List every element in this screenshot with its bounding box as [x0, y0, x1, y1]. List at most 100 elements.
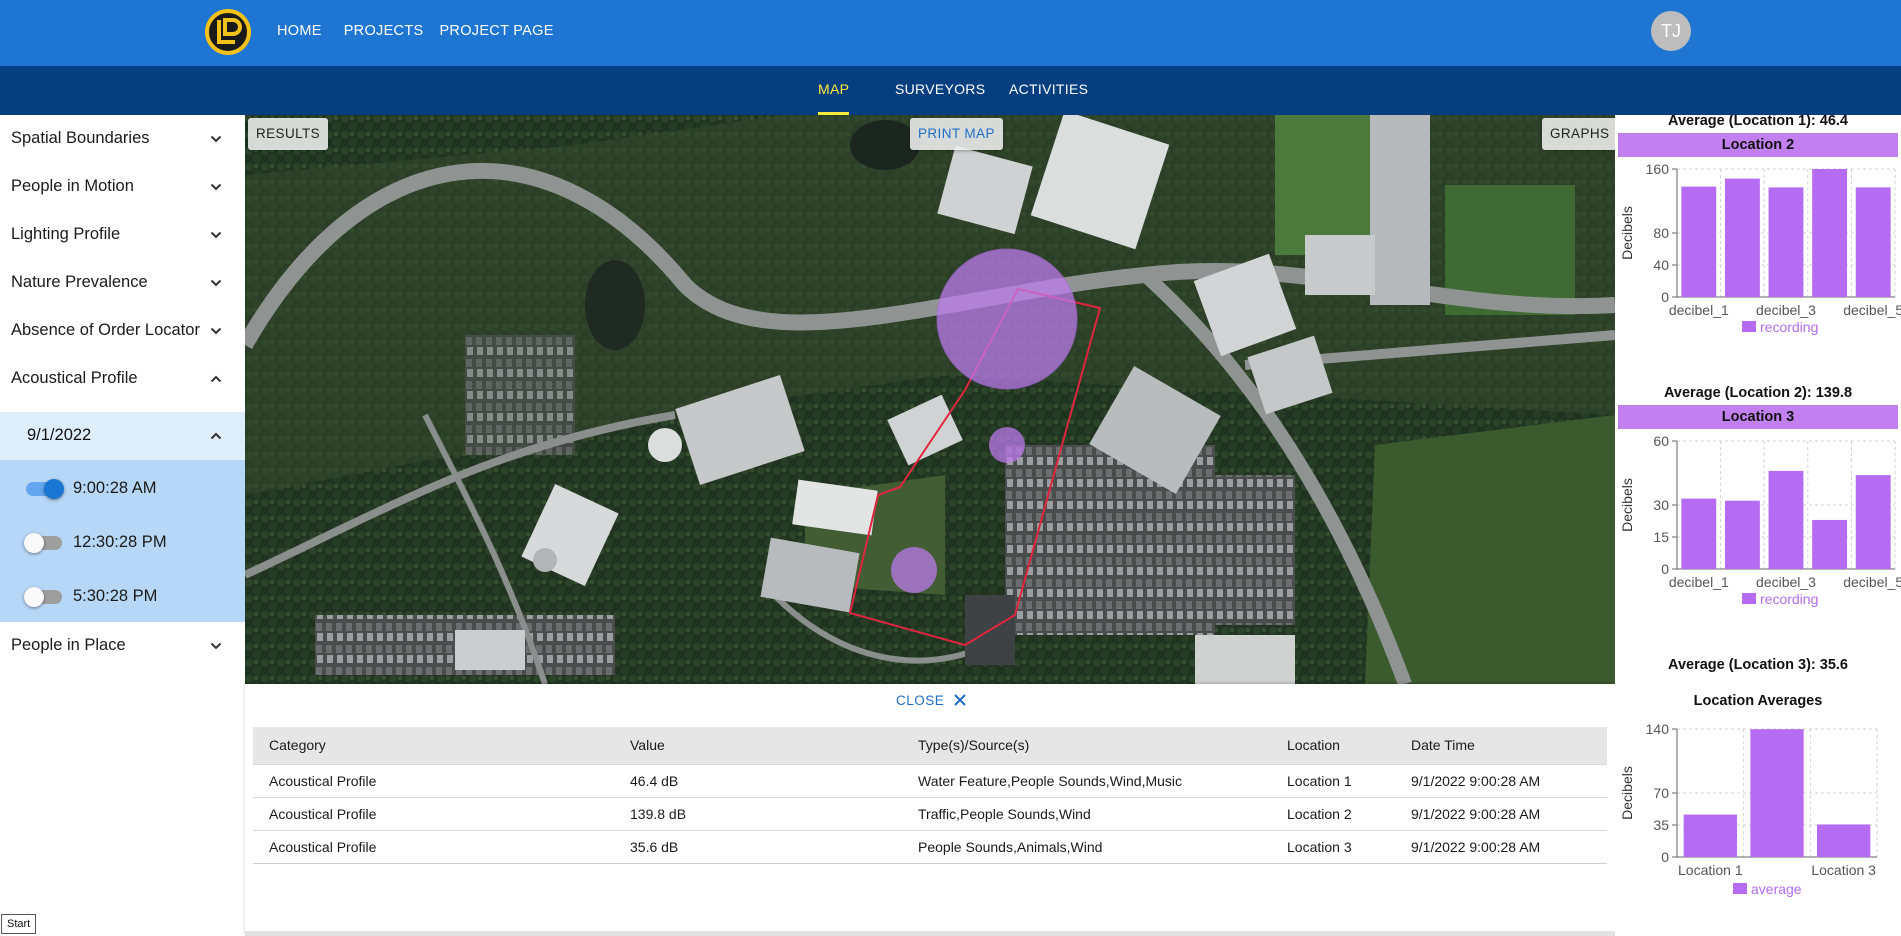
x-tick-label: decibel_3 [1756, 574, 1816, 590]
legend-swatch [1742, 593, 1756, 604]
nav-projects-link[interactable]: PROJECTS [344, 22, 424, 40]
table-cell: Location 3 [1287, 839, 1352, 855]
table-cell: 35.6 dB [630, 839, 679, 855]
time-toggle-label: 12:30:28 PM [73, 533, 167, 551]
legend-label: recording [1760, 591, 1818, 607]
date-group-label: 9/1/2022 [27, 426, 92, 444]
location-3-chart: 0153060Decibelsdecibel_1 decibel_3 decibel… [1619, 433, 1901, 607]
y-tick-label: 70 [1653, 785, 1669, 801]
chart-bar [1683, 814, 1737, 857]
chart-bar [1768, 187, 1804, 297]
table-cell: 9/1/2022 9:00:28 AM [1411, 806, 1541, 822]
table-cell: 9/1/2022 9:00:28 AM [1411, 839, 1541, 855]
user-avatar[interactable]: TJ [1651, 11, 1691, 51]
legend-swatch [1742, 321, 1756, 332]
tab-map[interactable]: MAP [818, 66, 850, 115]
sidebar-item-label: Nature Prevalence [11, 273, 148, 291]
sidebar-item-absence-of-order[interactable]: Absence of Order Locator [0, 307, 245, 355]
sidebar-item-nature-prevalence[interactable]: Nature Prevalence [0, 259, 245, 307]
sidebar-item-acoustical-profile[interactable]: Acoustical Profile [0, 355, 245, 403]
x-tick-label: decibel_5 [1843, 302, 1901, 318]
column-header-category: Category [269, 737, 326, 753]
sidebar-item-label: Absence of Order Locator [11, 321, 200, 339]
table-cell: 139.8 dB [630, 806, 687, 822]
y-tick-label: 15 [1653, 529, 1669, 545]
print-map-button[interactable]: PRINT MAP [910, 118, 1003, 150]
location-2-header: Location 2 [1618, 133, 1898, 157]
sidebar-item-people-in-motion[interactable]: People in Motion [0, 163, 245, 211]
time-toggle-label: 5:30:28 PM [73, 587, 158, 605]
start-button[interactable]: Start [1, 914, 37, 934]
nav-project-page-link[interactable]: PROJECT PAGE [439, 22, 553, 40]
sidebar-item-label: Acoustical Profile [11, 369, 138, 387]
average-location-2: Average (Location 2): 139.8 [1663, 385, 1853, 401]
close-icon [953, 694, 966, 706]
chevron-up-icon [210, 432, 222, 440]
chart-bar [1681, 186, 1717, 297]
x-tick-label: decibel_3 [1756, 302, 1816, 318]
y-tick-label: 0 [1661, 849, 1669, 865]
graphs-button[interactable]: GRAPHS [1542, 118, 1615, 150]
location-2-chart: 04080160Decibelsdecibel_1 decibel_3 decibe… [1619, 161, 1901, 335]
y-tick-label: 140 [1646, 721, 1670, 737]
x-tick-label: Location 3 [1811, 862, 1876, 878]
sidebar-item-spatial-boundaries[interactable]: Spatial Boundaries [0, 115, 245, 163]
time-toggle-row: 9:00:28 AM [0, 460, 245, 514]
average-location-1: Average (Location 1): 46.4 [1668, 115, 1848, 129]
legend-label: average [1751, 881, 1802, 897]
y-axis-label: Decibels [1619, 478, 1635, 532]
y-tick-label: 60 [1653, 433, 1669, 449]
table-row[interactable]: Acoustical Profile 35.6 dB People Sounds… [253, 830, 1607, 863]
close-button[interactable]: CLOSE [896, 693, 967, 708]
y-tick-label: 80 [1653, 225, 1669, 241]
average-location-3: Average (Location 3): 35.6 [1668, 657, 1848, 673]
nav-home-link[interactable]: HOME [277, 22, 322, 40]
table-cell: Location 2 [1287, 806, 1352, 822]
sidebar-item-label: Spatial Boundaries [11, 129, 150, 147]
results-button[interactable]: RESULTS [248, 118, 329, 150]
time-toggle-list: 9:00:28 AM 12:30:28 PM 5:30:28 PM [0, 460, 245, 622]
sidebar-item-lighting-profile[interactable]: Lighting Profile [0, 211, 245, 259]
legend-swatch [1733, 883, 1747, 894]
date-group-header[interactable]: 9/1/2022 [0, 412, 245, 460]
chevron-down-icon [210, 279, 222, 287]
tab-surveyors[interactable]: SURVEYORS [895, 66, 985, 115]
location-3-header: Location 3 [1618, 405, 1898, 429]
map-imagery [245, 115, 1615, 684]
satellite-map[interactable]: RESULTS PRINT MAP GRAPHS [245, 115, 1615, 684]
column-header-location: Location [1287, 737, 1340, 753]
chart-bar [1750, 729, 1804, 857]
chart-bar [1812, 519, 1848, 569]
top-app-bar: HOME PROJECTS PROJECT PAGE TJ [0, 0, 1901, 66]
table-row[interactable]: Acoustical Profile 46.4 dB Water Feature… [253, 764, 1607, 797]
y-tick-label: 35 [1653, 817, 1669, 833]
sidebar-item-people-in-place[interactable]: People in Place [0, 622, 245, 670]
y-axis-label: Decibels [1619, 766, 1635, 820]
graphs-panel: Average (Location 1): 46.4 Location 2 0 4… [1615, 115, 1901, 936]
time-toggle-switch-1230[interactable] [24, 533, 62, 553]
y-tick-label: 30 [1653, 497, 1669, 513]
time-toggle-switch-0900[interactable] [26, 479, 64, 499]
chart-title: Location Averages [1694, 693, 1823, 709]
bottom-scroll-strip [245, 931, 1615, 936]
top-nav: HOME PROJECTS PROJECT PAGE [277, 22, 576, 40]
tab-activities[interactable]: ACTIVITIES [1009, 66, 1088, 115]
table-row[interactable]: Acoustical Profile 139.8 dB Traffic,Peop… [253, 797, 1607, 830]
location-averages-chart: Location Averages 0 35 70 140 Decibels Locatio… [1619, 693, 1878, 897]
x-tick-label: Location 1 [1678, 862, 1743, 878]
app-logo[interactable] [204, 8, 252, 56]
chevron-down-icon [210, 231, 222, 239]
y-tick-label: 160 [1646, 161, 1670, 177]
table-cell: 46.4 dB [630, 773, 679, 789]
chart-bar [1855, 187, 1891, 297]
chevron-down-icon [210, 183, 222, 191]
chart-bar [1724, 178, 1760, 297]
chevron-up-icon [210, 375, 222, 383]
column-header-value: Value [630, 737, 665, 753]
chart-bar [1768, 470, 1804, 569]
x-tick-label: decibel_5 [1843, 574, 1901, 590]
chevron-down-icon [210, 135, 222, 143]
results-panel: CLOSE Category Value Type(s)/Source(s) L… [245, 684, 1615, 936]
table-cell: Acoustical Profile [269, 773, 377, 789]
time-toggle-switch-0530[interactable] [24, 587, 62, 607]
